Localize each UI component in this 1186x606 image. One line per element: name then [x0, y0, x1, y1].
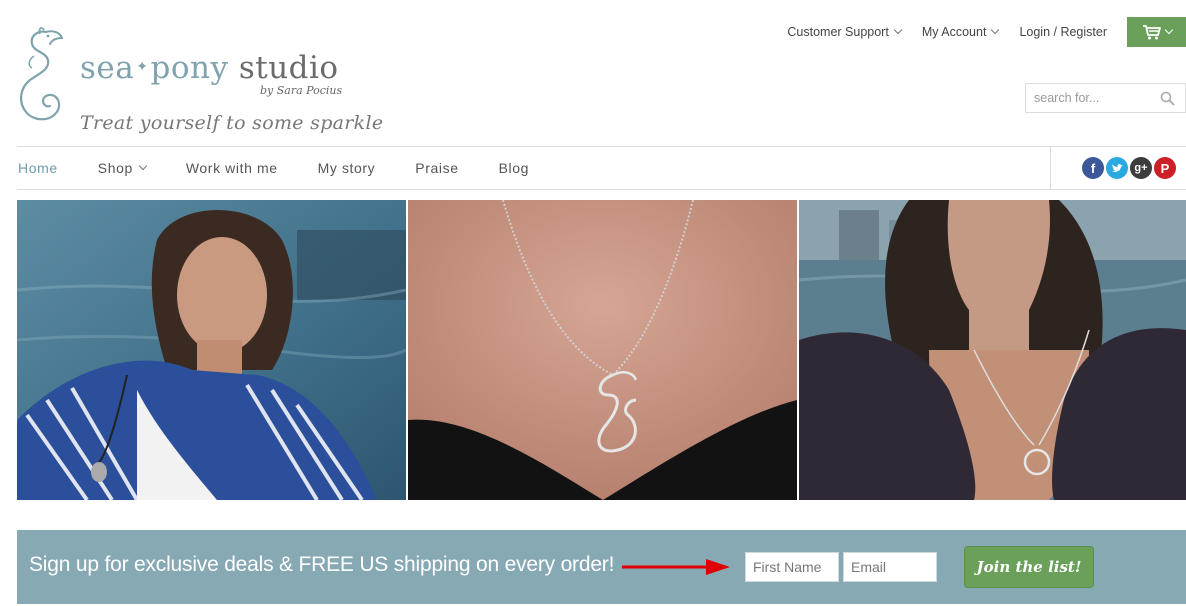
search-box — [1025, 83, 1186, 113]
join-list-button[interactable]: Join the list! — [964, 546, 1094, 588]
pinterest-icon[interactable]: P — [1154, 157, 1176, 179]
nav-item-shop[interactable]: Shop — [97, 160, 148, 176]
nav-divider — [1050, 147, 1051, 189]
brand-name-part3: studio — [238, 50, 339, 86]
nav-item-praise[interactable]: Praise — [415, 160, 458, 176]
nav-item-praise-label: Praise — [415, 160, 459, 176]
site-logo[interactable]: sea ✦pony studio by Sara Pocius Treat you… — [16, 26, 383, 138]
first-name-field[interactable] — [745, 552, 839, 582]
chevron-down-icon — [893, 25, 903, 35]
search-icon[interactable] — [1160, 91, 1175, 106]
topnav-my-account[interactable]: My Account — [921, 25, 1000, 39]
facebook-icon[interactable]: f — [1082, 157, 1104, 179]
join-list-button-label: Join the list! — [976, 558, 1082, 576]
brand-name: sea ✦pony studio — [80, 50, 339, 86]
woman-owl-necklace-photo[interactable] — [17, 200, 406, 500]
hero-photo-grid — [17, 200, 1186, 500]
nav-item-my-story[interactable]: My story — [318, 160, 376, 176]
arrow-right-icon — [622, 559, 730, 575]
brand-dot-icon: ✦ — [136, 59, 149, 75]
signup-message: Sign up for exclusive deals & FREE US sh… — [29, 553, 615, 576]
chevron-down-icon — [1164, 25, 1173, 35]
top-utility-nav: Customer Support My Account Login / Regi… — [787, 25, 1107, 39]
topnav-my-account-label: My Account — [921, 25, 987, 39]
cart-button[interactable] — [1127, 17, 1186, 47]
shopping-cart-icon — [1142, 25, 1161, 40]
nav-item-my-story-label: My story — [317, 160, 376, 176]
nav-item-work-with-me[interactable]: Work with me — [186, 160, 278, 176]
brand-byline: by Sara Pocius — [260, 84, 343, 97]
nav-item-work-with-me-label: Work with me — [185, 160, 278, 176]
googleplus-icon[interactable]: g+ — [1130, 157, 1152, 179]
email-field[interactable] — [843, 552, 937, 582]
chevron-down-icon — [138, 161, 148, 171]
social-links: f g+ P — [1082, 157, 1176, 179]
topnav-customer-support-label: Customer Support — [787, 25, 889, 39]
brand-tagline: Treat yourself to some sparkle — [80, 112, 384, 134]
nav-item-shop-label: Shop — [97, 160, 133, 176]
newsletter-signup-bar: Sign up for exclusive deals & FREE US sh… — [17, 530, 1186, 604]
search-input[interactable] — [1034, 91, 1154, 105]
topnav-customer-support[interactable]: Customer Support — [787, 25, 903, 39]
cat-pendant-closeup-photo[interactable] — [408, 200, 797, 500]
nav-item-blog-label: Blog — [498, 160, 530, 176]
chevron-down-icon — [991, 25, 1000, 35]
nav-item-home-label: Home — [18, 160, 58, 176]
woman-cat-pendant-photo[interactable] — [799, 200, 1186, 500]
nav-item-home[interactable]: Home — [18, 160, 58, 176]
topnav-login-register[interactable]: Login / Register — [1019, 25, 1107, 39]
twitter-icon[interactable] — [1106, 157, 1128, 179]
topnav-login-register-label: Login / Register — [1019, 25, 1107, 39]
main-nav: Home Shop Work with me My story Praise B… — [17, 146, 1186, 190]
brand-name-part2: pony — [150, 50, 229, 86]
nav-item-blog[interactable]: Blog — [499, 160, 529, 176]
brand-name-part1: sea — [80, 50, 135, 86]
seahorse-logo-icon — [20, 27, 64, 121]
